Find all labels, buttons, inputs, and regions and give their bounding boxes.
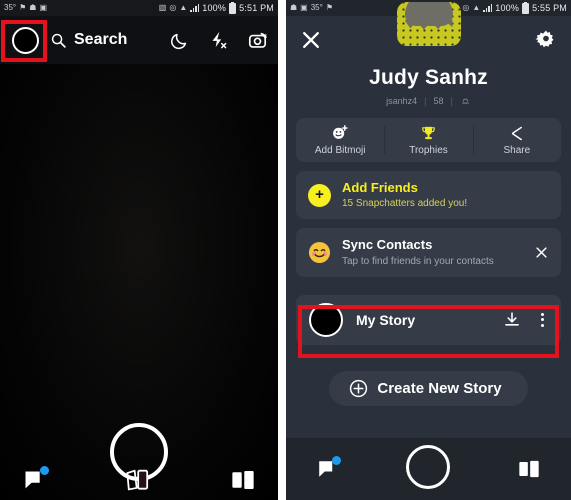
download-icon[interactable] bbox=[503, 311, 521, 329]
status-bar-left-icons: 35° ⚑ ☗ ▣ bbox=[4, 4, 159, 12]
sync-contacts-subtitle: Tap to find friends in your contacts bbox=[342, 255, 494, 267]
left-status-bar: 35° ⚑ ☗ ▣ ▧ ◎ ▲ 100% 5:51 PM bbox=[0, 0, 278, 16]
discover-book-icon bbox=[519, 460, 539, 478]
discover-nav-button[interactable] bbox=[517, 459, 541, 479]
snapchat-icon: ☗ bbox=[290, 3, 298, 12]
more-vertical-icon[interactable] bbox=[537, 311, 548, 329]
discover-nav-button[interactable] bbox=[230, 469, 256, 491]
chat-unread-badge bbox=[332, 456, 341, 465]
add-bitmoji-label: Add Bitmoji bbox=[314, 145, 366, 156]
right-bottom-nav bbox=[286, 438, 571, 500]
add-friends-title: Add Friends bbox=[342, 180, 418, 195]
temperature-indicator: 35° bbox=[4, 3, 17, 12]
my-story-row[interactable]: My Story bbox=[296, 294, 561, 345]
gear-icon[interactable] bbox=[535, 29, 557, 51]
create-story-row: Create New Story bbox=[286, 370, 571, 406]
my-story-section: My Story bbox=[286, 288, 571, 352]
trophy-icon bbox=[422, 126, 435, 139]
zodiac-icon[interactable] bbox=[460, 95, 471, 106]
add-bitmoji-button[interactable]: Add Bitmoji bbox=[296, 118, 384, 162]
create-new-story-button[interactable]: Create New Story bbox=[329, 370, 528, 406]
battery-percent: 100% bbox=[495, 2, 520, 13]
wifi-icon: ▲ bbox=[179, 3, 188, 12]
temperature-indicator: 35° bbox=[310, 3, 323, 12]
snapchat-icon: ☗ bbox=[29, 3, 37, 12]
add-friends-texts: Add Friends 15 Snapchatters added you! bbox=[342, 180, 549, 210]
camera-header-icons bbox=[170, 30, 268, 51]
left-screen-camera: 35° ⚑ ☗ ▣ ▧ ◎ ▲ 100% 5:51 PM Search bbox=[0, 0, 278, 500]
panel-divider bbox=[278, 0, 286, 500]
profile-subtitle: jsanhz4 | 58 | bbox=[286, 95, 571, 106]
profile-avatar-button[interactable] bbox=[10, 25, 40, 55]
add-friends-subtitle: 15 Snapchatters added you! bbox=[342, 198, 468, 210]
search-icon bbox=[51, 33, 66, 48]
flag-icon: ⚑ bbox=[325, 3, 334, 12]
signal-icon bbox=[483, 4, 493, 12]
story-avatar bbox=[309, 302, 343, 337]
profile-header bbox=[286, 16, 571, 64]
trophies-label: Trophies bbox=[409, 144, 448, 156]
sync-contacts-dismiss-icon[interactable] bbox=[534, 245, 549, 260]
chat-unread-badge bbox=[40, 465, 49, 475]
create-new-story-label: Create New Story bbox=[377, 379, 502, 397]
search-label: Search bbox=[74, 31, 128, 48]
subtitle-separator: | bbox=[450, 95, 453, 106]
chat-nav-button[interactable] bbox=[316, 456, 341, 480]
add-friends-row[interactable]: + Add Friends 15 Snapchatters added you! bbox=[296, 171, 561, 220]
my-story-actions bbox=[503, 311, 548, 329]
share-label: Share bbox=[503, 144, 531, 156]
battery-percent: 100% bbox=[202, 2, 227, 13]
flag-icon: ⚑ bbox=[19, 3, 27, 12]
signal-icon bbox=[190, 4, 200, 12]
alarm-icon: ◎ bbox=[169, 3, 177, 12]
camera-header: Search bbox=[0, 16, 278, 64]
left-bottom-nav bbox=[0, 465, 278, 492]
battery-icon bbox=[229, 1, 237, 14]
profile-display-name: Judy Sanhz bbox=[369, 66, 488, 89]
mute-icon: ▧ bbox=[158, 3, 167, 12]
profile-avatar bbox=[11, 26, 39, 54]
search-bar[interactable]: Search bbox=[50, 31, 170, 49]
sync-contacts-title: Sync Contacts bbox=[342, 237, 433, 253]
share-button[interactable]: Share bbox=[472, 118, 561, 162]
clock-time: 5:55 PM bbox=[532, 2, 567, 13]
status-bar-right-icons: ▧ ◎ ▲ 100% 5:55 PM bbox=[452, 1, 567, 14]
trophies-button[interactable]: Trophies bbox=[384, 118, 472, 162]
chat-nav-button[interactable] bbox=[22, 465, 49, 492]
alarm-icon: ◎ bbox=[462, 3, 470, 12]
camera-flip-icon[interactable] bbox=[247, 30, 268, 51]
shutter-button[interactable] bbox=[405, 445, 450, 489]
plus-circle-outline-icon bbox=[350, 379, 368, 397]
snap-score[interactable]: 58 bbox=[434, 96, 444, 106]
message-icon: ▣ bbox=[300, 3, 308, 12]
message-icon: ▣ bbox=[39, 3, 48, 12]
moon-icon[interactable] bbox=[170, 31, 189, 50]
flash-off-icon[interactable] bbox=[208, 30, 228, 50]
my-story-label: My Story bbox=[356, 311, 416, 328]
battery-icon bbox=[522, 1, 530, 14]
camera-viewfinder[interactable] bbox=[0, 64, 278, 500]
blush-smiley-icon bbox=[308, 241, 331, 264]
wifi-icon: ▲ bbox=[472, 3, 481, 12]
clock-time: 5:51 PM bbox=[239, 2, 274, 13]
memories-cards-icon bbox=[126, 469, 149, 491]
memories-nav-button[interactable] bbox=[123, 467, 153, 492]
share-icon bbox=[512, 126, 523, 140]
status-bar-right-icons: ▧ ◎ ▲ 100% 5:51 PM bbox=[158, 1, 274, 14]
profile-username[interactable]: jsanhz4 bbox=[386, 96, 417, 106]
sync-contacts-texts: Sync Contacts Tap to find friends in you… bbox=[342, 237, 523, 267]
close-x-icon[interactable] bbox=[300, 29, 322, 51]
profile-actions-row: Add Bitmoji Trophies Share bbox=[296, 118, 561, 162]
discover-book-icon bbox=[232, 470, 254, 489]
plus-circle-icon: + bbox=[308, 183, 331, 207]
subtitle-separator: | bbox=[424, 95, 427, 106]
add-bitmoji-icon bbox=[333, 125, 348, 139]
screenshot-root: 35° ⚑ ☗ ▣ ▧ ◎ ▲ 100% 5:51 PM Search ☗ ▣ … bbox=[0, 0, 571, 500]
sync-contacts-row[interactable]: Sync Contacts Tap to find friends in you… bbox=[296, 228, 561, 277]
right-screen-profile: ☗ ▣ 35° ⚑ ▧ ◎ ▲ 100% 5:55 PM bbox=[286, 0, 571, 500]
